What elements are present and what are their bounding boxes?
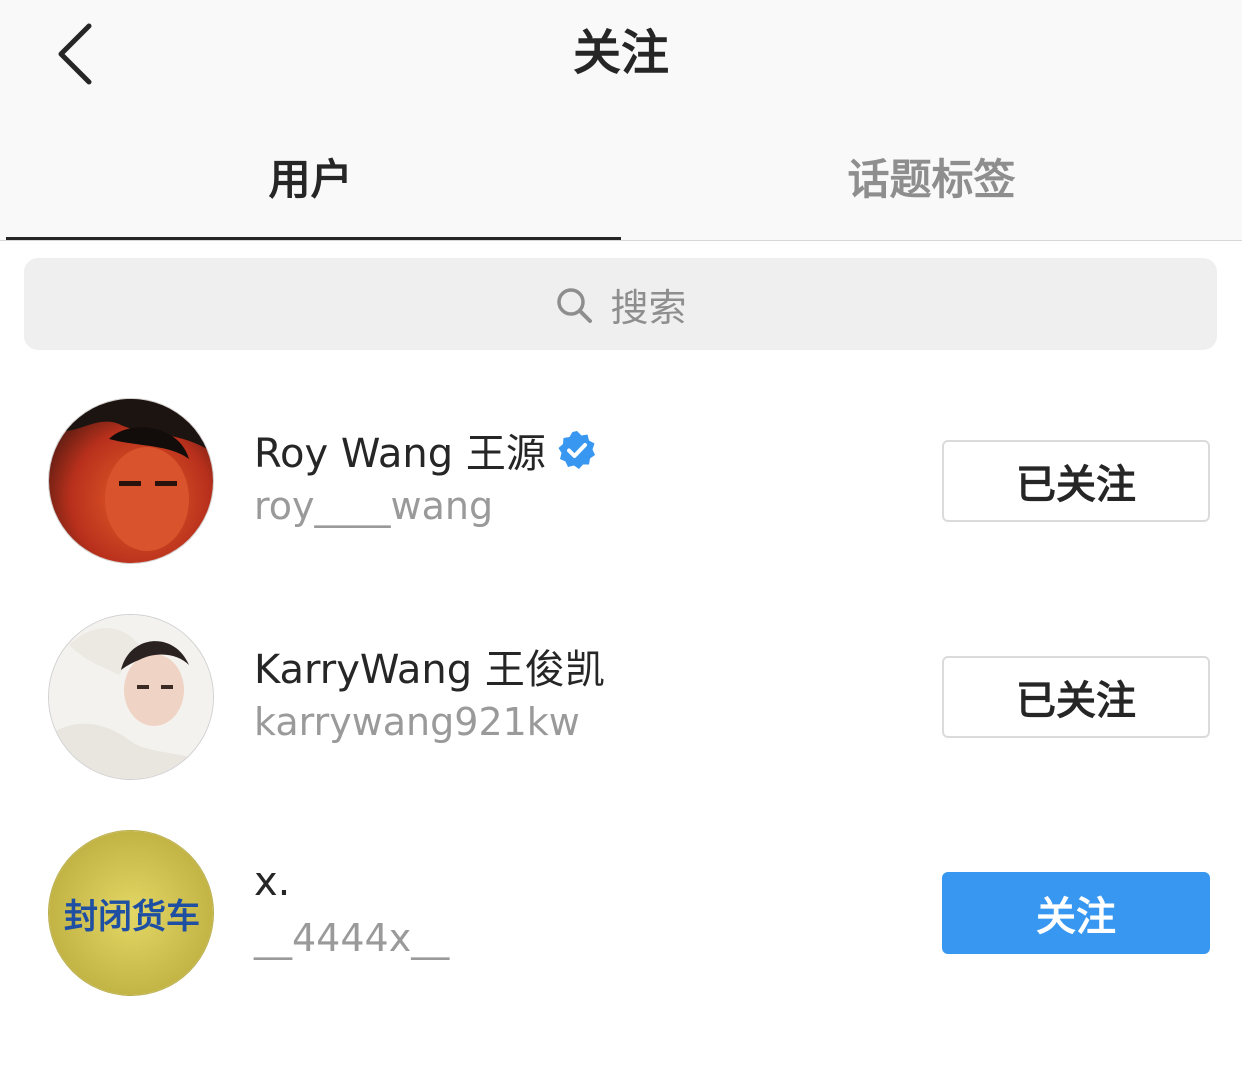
list-item[interactable]: KarryWang 王俊凯 karrywang921kw 已关注 (0, 614, 1242, 784)
user-name-line: Roy Wang 王源 (254, 422, 598, 478)
search-icon (557, 288, 593, 323)
list-item[interactable]: Roy Wang 王源 roy____wang 已关注 (0, 398, 1242, 568)
top-bar: 关注 用户 话题标签 (0, 0, 1242, 240)
tab-hashtags[interactable]: 话题标签 (621, 140, 1242, 220)
verified-badge-icon (558, 431, 595, 469)
user-name: KarryWang 王俊凯 (254, 647, 605, 693)
user-handle: karrywang921kw (254, 700, 580, 744)
tab-divider (0, 240, 1242, 241)
user-handle: __4444x__ (254, 916, 450, 960)
avatar[interactable] (48, 398, 214, 564)
avatar[interactable] (48, 614, 214, 780)
avatar-sign-text: 封闭货车 (64, 897, 200, 937)
search-input[interactable]: 搜索 (24, 258, 1217, 350)
user-name-line: KarryWang 王俊凯 (254, 638, 605, 694)
user-name: Roy Wang 王源 (254, 431, 546, 477)
user-name: x. (254, 859, 291, 905)
list-item[interactable]: 封闭货车 x. __4444x__ 关注 (0, 830, 1242, 1000)
user-name-line: x. (254, 854, 290, 910)
following-button[interactable]: 已关注 (942, 656, 1210, 738)
search-placeholder: 搜索 (610, 285, 687, 330)
avatar[interactable]: 封闭货车 (48, 830, 214, 996)
following-button[interactable]: 已关注 (942, 440, 1210, 522)
page-title: 关注 (572, 25, 669, 81)
follow-button[interactable]: 关注 (942, 872, 1210, 954)
tab-users[interactable]: 用户 (0, 140, 621, 220)
user-handle: roy____wang (254, 484, 494, 528)
